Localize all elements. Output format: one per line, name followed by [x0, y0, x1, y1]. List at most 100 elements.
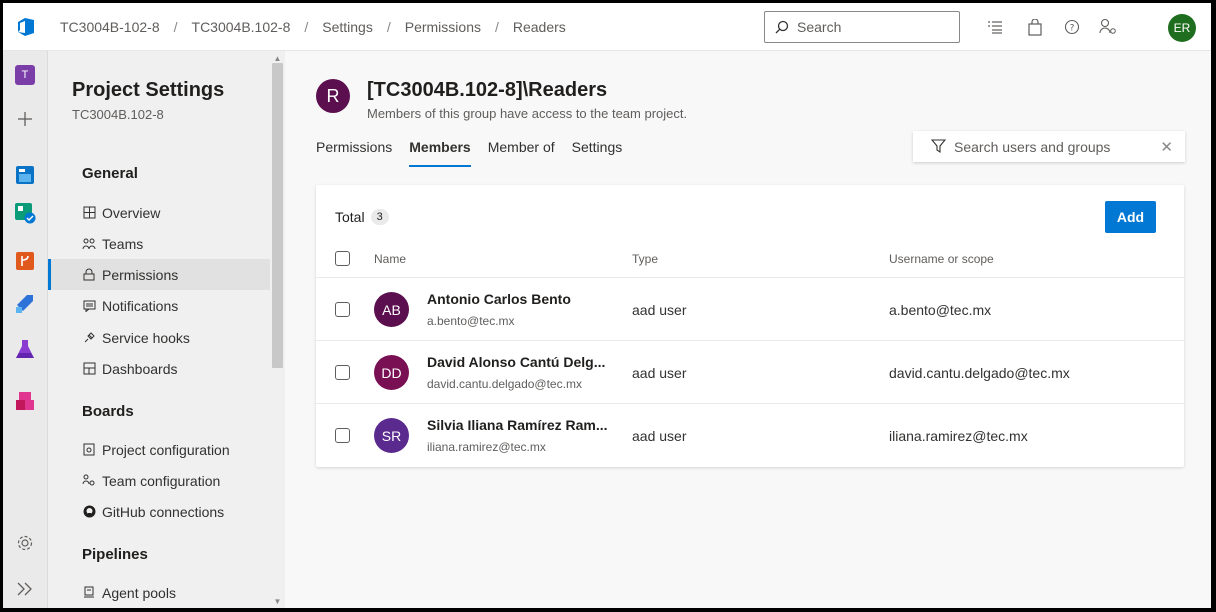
group-description: Members of this group have access to the… [367, 106, 688, 121]
sidebar-item-team-configuration[interactable]: Team configuration [48, 465, 270, 496]
overview-icon[interactable] [11, 161, 39, 189]
sidebar-item-notifications[interactable]: Notifications [48, 290, 270, 321]
shopping-bag-icon[interactable] [1025, 17, 1045, 37]
select-all-checkbox[interactable] [335, 251, 350, 266]
dashboard-icon [82, 362, 96, 376]
breadcrumb-readers[interactable]: Readers [511, 19, 568, 35]
settings-sidebar: Project Settings TC3004B.102-8 General O… [48, 51, 285, 608]
azure-devops-logo-icon[interactable] [3, 3, 48, 51]
app-rail: T [3, 51, 48, 608]
column-username-scope[interactable]: Username or scope [889, 252, 994, 266]
member-email: iliana.ramirez@tec.mx [427, 440, 546, 454]
breadcrumb-permissions[interactable]: Permissions [403, 19, 483, 35]
breadcrumb-project[interactable]: TC3004B.102-8 [190, 19, 293, 35]
member-type: aad user [632, 428, 687, 444]
member-scope: iliana.ramirez@tec.mx [889, 428, 1028, 444]
main-content: R [TC3004B.102-8]\Readers Members of thi… [285, 51, 1211, 608]
sidebar-title: Project Settings [72, 79, 225, 101]
section-pipelines: Pipelines [82, 546, 148, 563]
user-avatar[interactable]: ER [1168, 14, 1196, 42]
member-type: aad user [632, 365, 687, 381]
team-settings-icon [82, 474, 96, 488]
table-header: Name Type Username or scope [316, 241, 1184, 278]
sidebar-item-service-hooks[interactable]: Service hooks [48, 322, 270, 353]
plus-icon[interactable] [11, 105, 39, 133]
tab-member-of[interactable]: Member of [488, 139, 555, 167]
checklist-icon[interactable] [985, 17, 1005, 37]
scroll-up-icon[interactable]: ▲ [272, 53, 283, 63]
github-icon [82, 505, 96, 519]
table-row[interactable]: DD David Alonso Cantú Delg... david.cant… [316, 341, 1184, 404]
teams-icon [82, 237, 96, 251]
add-member-button[interactable]: Add [1105, 201, 1156, 233]
page-title: [TC3004B.102-8]\Readers [367, 79, 608, 101]
table-row[interactable]: SR Silvia Iliana Ramírez Ram... iliana.r… [316, 404, 1184, 467]
sidebar-item-overview[interactable]: Overview [48, 197, 270, 228]
column-type[interactable]: Type [632, 252, 658, 266]
member-email: david.cantu.delgado@tec.mx [427, 377, 582, 391]
member-avatar: SR [374, 418, 409, 453]
breadcrumb-organization[interactable]: TC3004B-102-8 [58, 19, 162, 35]
row-checkbox[interactable] [335, 428, 350, 443]
sidebar-item-project-configuration[interactable]: Project configuration [48, 434, 270, 465]
breadcrumb-settings[interactable]: Settings [320, 19, 375, 35]
agent-pool-icon [82, 586, 96, 600]
total-count-badge: 3 [370, 209, 389, 225]
group-avatar: R [316, 79, 350, 113]
row-checkbox[interactable] [335, 302, 350, 317]
app-window: TC3004B-102-8 / TC3004B.102-8 / Settings… [3, 3, 1211, 608]
search-icon [775, 20, 789, 34]
member-name[interactable]: Silvia Iliana Ramírez Ram... [427, 417, 608, 433]
sidebar-scroll-thumb[interactable] [272, 63, 283, 368]
sidebar-item-permissions[interactable]: Permissions [48, 259, 270, 290]
column-name[interactable]: Name [374, 252, 406, 266]
notification-icon [82, 299, 96, 313]
members-card: Total 3 Add Name Type Username or scope … [316, 185, 1184, 467]
member-name[interactable]: David Alonso Cantú Delg... [427, 354, 605, 370]
help-icon[interactable]: ? [1062, 17, 1082, 37]
member-avatar: DD [374, 355, 409, 390]
test-plans-icon[interactable] [11, 335, 39, 363]
section-general: General [82, 165, 138, 182]
user-settings-icon[interactable] [1098, 17, 1118, 37]
sidebar-item-github-connections[interactable]: GitHub connections [48, 496, 270, 527]
section-boards: Boards [82, 403, 134, 420]
total-label: Total 3 [335, 209, 389, 225]
filter-icon [931, 139, 946, 154]
lock-icon [82, 268, 96, 282]
project-avatar-icon[interactable]: T [11, 61, 39, 89]
tab-settings[interactable]: Settings [572, 139, 623, 167]
member-name[interactable]: Antonio Carlos Bento [427, 291, 571, 307]
sidebar-item-dashboards[interactable]: Dashboards [48, 353, 270, 384]
artifacts-icon[interactable] [11, 387, 39, 415]
tab-members[interactable]: Members [409, 139, 471, 167]
top-bar: TC3004B-102-8 / TC3004B.102-8 / Settings… [3, 3, 1211, 51]
member-avatar: AB [374, 292, 409, 327]
overview-icon [82, 206, 96, 220]
pipelines-icon[interactable] [11, 289, 39, 317]
tab-permissions[interactable]: Permissions [316, 139, 392, 167]
svg-text:?: ? [1070, 24, 1075, 34]
member-scope: a.bento@tec.mx [889, 302, 992, 318]
breadcrumb: TC3004B-102-8 / TC3004B.102-8 / Settings… [58, 18, 568, 35]
search-users-input[interactable]: Search users and groups ✕ [913, 131, 1185, 162]
plug-icon [82, 331, 96, 345]
close-icon[interactable]: ✕ [1160, 138, 1173, 156]
sidebar-item-teams[interactable]: Teams [48, 228, 270, 259]
project-settings-gear-icon[interactable] [11, 529, 39, 557]
search-users-placeholder: Search users and groups [954, 138, 1111, 155]
scroll-down-icon[interactable]: ▼ [272, 596, 283, 606]
expand-rail-icon[interactable] [11, 575, 39, 603]
boards-icon[interactable] [11, 199, 39, 227]
member-type: aad user [632, 302, 687, 318]
search-box[interactable]: Search [764, 11, 960, 43]
tab-bar: Permissions Members Member of Settings [316, 139, 639, 167]
member-scope: david.cantu.delgado@tec.mx [889, 365, 1070, 381]
sidebar-item-agent-pools[interactable]: Agent pools [48, 577, 270, 608]
row-checkbox[interactable] [335, 365, 350, 380]
search-placeholder: Search [797, 19, 842, 35]
member-email: a.bento@tec.mx [427, 314, 515, 328]
sidebar-project-name: TC3004B.102-8 [72, 107, 164, 122]
table-row[interactable]: AB Antonio Carlos Bento a.bento@tec.mx a… [316, 278, 1184, 341]
repos-icon[interactable] [11, 247, 39, 275]
